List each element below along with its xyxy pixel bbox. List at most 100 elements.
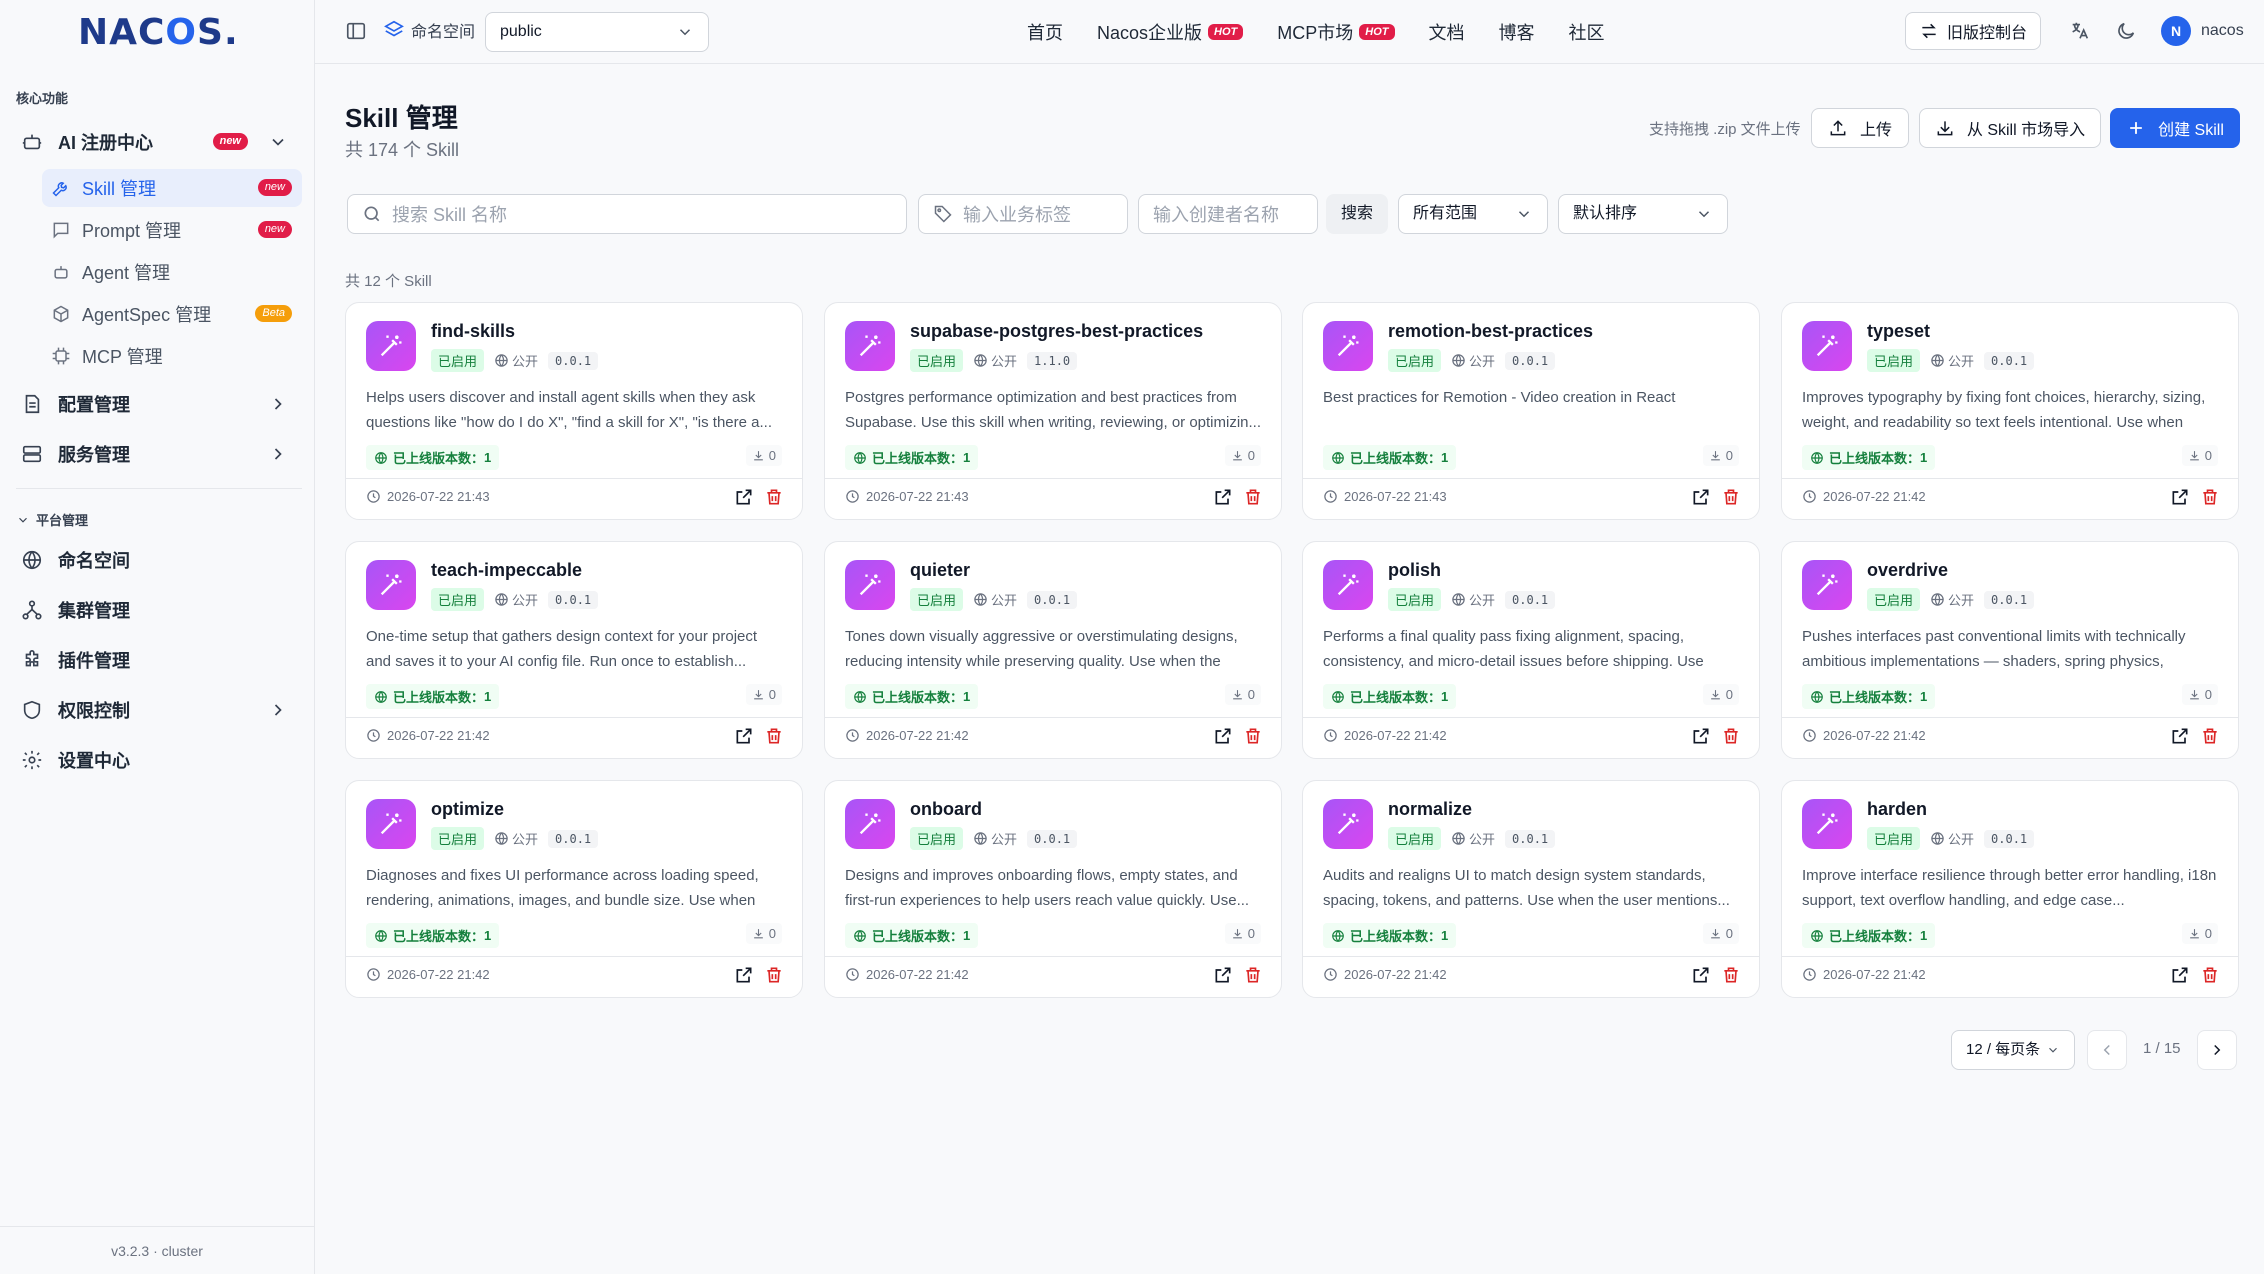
nacos-logo[interactable]: NAC O S. [78, 12, 239, 53]
section-platform-label[interactable]: 平台管理 [16, 510, 88, 529]
create-skill-button[interactable]: 创建 Skill [2110, 108, 2240, 148]
skill-name[interactable]: supabase-postgres-best-practices [910, 321, 1203, 342]
trash-icon[interactable] [2200, 965, 2220, 985]
skill-name[interactable]: teach-impeccable [431, 560, 582, 581]
skill-name[interactable]: find-skills [431, 321, 515, 342]
trash-icon[interactable] [1721, 726, 1741, 746]
skill-card[interactable]: normalize 已启用 公开 0.0.1 Audits and realigns U… [1302, 780, 1760, 998]
sidebar-item-cluster[interactable]: 集群管理 [16, 590, 302, 630]
external-link-icon[interactable] [1691, 487, 1711, 507]
skill-name[interactable]: remotion-best-practices [1388, 321, 1593, 342]
creator-input[interactable]: 输入创建者名称 [1138, 194, 1318, 234]
namespace-select[interactable]: public [485, 12, 709, 52]
nav-docs[interactable]: 文档 [1429, 19, 1465, 45]
nav-mcp-market[interactable]: MCP市场 HOT [1277, 19, 1395, 45]
external-link-icon[interactable] [2170, 726, 2190, 746]
external-link-icon[interactable] [1213, 726, 1233, 746]
skill-card[interactable]: onboard 已启用 公开 0.0.1 Designs and improves on… [824, 780, 1282, 998]
chevron-down-icon[interactable] [268, 132, 288, 152]
skill-card[interactable]: supabase-postgres-best-practices 已启用 公开 1.1… [824, 302, 1282, 520]
nav-community[interactable]: 社区 [1569, 19, 1605, 45]
sidebar-item-config[interactable]: 配置管理 [16, 384, 302, 424]
sidebar-item-service[interactable]: 服务管理 [16, 434, 302, 474]
skill-name[interactable]: overdrive [1867, 560, 1948, 581]
card-divider [346, 478, 802, 479]
skill-card[interactable]: remotion-best-practices 已启用 公开 0.0.1 Best pr… [1302, 302, 1760, 520]
external-link-icon[interactable] [1691, 726, 1711, 746]
username[interactable]: nacos [2201, 22, 2244, 40]
moon-icon[interactable] [2115, 20, 2137, 42]
skill-name[interactable]: optimize [431, 799, 504, 820]
external-link-icon[interactable] [2170, 487, 2190, 507]
external-link-icon[interactable] [734, 487, 754, 507]
trash-icon[interactable] [1721, 965, 1741, 985]
nav-enterprise[interactable]: Nacos企业版 HOT [1097, 19, 1244, 45]
external-link-icon[interactable] [734, 726, 754, 746]
sidebar-item-agentspec[interactable]: AgentSpec 管理 Beta [42, 295, 302, 333]
skill-card[interactable]: harden 已启用 公开 0.0.1 Improve interface resili… [1781, 780, 2239, 998]
skill-name[interactable]: polish [1388, 560, 1441, 581]
magic-wand-icon [1323, 321, 1373, 371]
skill-description: Tones down visually aggressive or overst… [845, 628, 1238, 670]
legacy-console-button[interactable]: 旧版控制台 [1905, 12, 2041, 50]
sidebar-item-plugin[interactable]: 插件管理 [16, 640, 302, 680]
trash-icon[interactable] [1243, 726, 1263, 746]
gear-icon [20, 748, 44, 772]
skill-card[interactable]: optimize 已启用 公开 0.0.1 Diagnoses and fixes UI… [345, 780, 803, 998]
external-link-icon[interactable] [1691, 965, 1711, 985]
nav-home[interactable]: 首页 [1027, 19, 1063, 45]
sidebar-item-settings[interactable]: 设置中心 [16, 740, 302, 780]
skill-name[interactable]: quieter [910, 560, 970, 581]
sidebar-item-agent[interactable]: Agent 管理 [42, 253, 302, 291]
nav-blog[interactable]: 博客 [1499, 19, 1535, 45]
online-label: 已上线版本数： [872, 929, 964, 944]
tag-input[interactable]: 输入业务标签 [918, 194, 1128, 234]
sort-select[interactable]: 默认排序 [1558, 194, 1728, 234]
sidebar-item-namespace[interactable]: 命名空间 [16, 540, 302, 580]
namespace-label-text: 命名空间 [411, 24, 476, 41]
sidebar-item-prompt[interactable]: Prompt 管理 new [42, 211, 302, 249]
sidebar-toggle-icon[interactable] [345, 20, 367, 42]
skill-name[interactable]: harden [1867, 799, 1927, 820]
skill-card[interactable]: overdrive 已启用 公开 0.0.1 Pushes interfaces pas… [1781, 541, 2239, 759]
search-button[interactable]: 搜索 [1326, 194, 1388, 234]
chevron-right-icon[interactable] [268, 700, 288, 720]
chevron-right-icon[interactable] [268, 444, 288, 464]
skill-meta: 已启用 公开 0.0.1 [1867, 588, 2035, 611]
sidebar-item-skill[interactable]: Skill 管理 new [42, 169, 302, 207]
external-link-icon[interactable] [1213, 965, 1233, 985]
translate-icon[interactable] [2069, 20, 2091, 42]
skill-name[interactable]: onboard [910, 799, 982, 820]
trash-icon[interactable] [764, 487, 784, 507]
skill-card[interactable]: typeset 已启用 公开 0.0.1 Improves typography by … [1781, 302, 2239, 520]
trash-icon[interactable] [764, 965, 784, 985]
skill-name[interactable]: typeset [1867, 321, 1930, 342]
external-link-icon[interactable] [2170, 965, 2190, 985]
scope-select[interactable]: 所有范围 [1398, 194, 1548, 234]
skill-card[interactable]: find-skills 已启用 公开 0.0.1 Helps users discove… [345, 302, 803, 520]
trash-icon[interactable] [764, 726, 784, 746]
sidebar-item-ai-center[interactable]: AI 注册中心 new [16, 122, 302, 162]
search-input[interactable]: 搜索 Skill 名称 [347, 194, 907, 234]
prev-page-button[interactable] [2087, 1030, 2127, 1070]
page-size-select[interactable]: 12 / 每页条 [1951, 1030, 2075, 1070]
external-link-icon[interactable] [1213, 487, 1233, 507]
chevron-right-icon[interactable] [268, 394, 288, 414]
upload-button[interactable]: 上传 [1811, 108, 1909, 148]
skill-name[interactable]: normalize [1388, 799, 1472, 820]
skill-card[interactable]: teach-impeccable 已启用 公开 0.0.1 One-time setup… [345, 541, 803, 759]
trash-icon[interactable] [1243, 965, 1263, 985]
external-link-icon[interactable] [734, 965, 754, 985]
skill-card[interactable]: quieter 已启用 公开 0.0.1 Tones down visually agg… [824, 541, 1282, 759]
trash-icon[interactable] [1721, 487, 1741, 507]
import-market-button[interactable]: 从 Skill 市场导入 [1919, 108, 2101, 148]
trash-icon[interactable] [1243, 487, 1263, 507]
sidebar-item-permission[interactable]: 权限控制 [16, 690, 302, 730]
avatar[interactable]: N [2161, 16, 2191, 46]
next-page-button[interactable] [2197, 1030, 2237, 1070]
trash-icon[interactable] [2200, 726, 2220, 746]
trash-icon[interactable] [2200, 487, 2220, 507]
sidebar-item-mcp[interactable]: MCP 管理 [42, 337, 302, 375]
bot-icon [50, 261, 72, 283]
skill-card[interactable]: polish 已启用 公开 0.0.1 Performs a final quality… [1302, 541, 1760, 759]
